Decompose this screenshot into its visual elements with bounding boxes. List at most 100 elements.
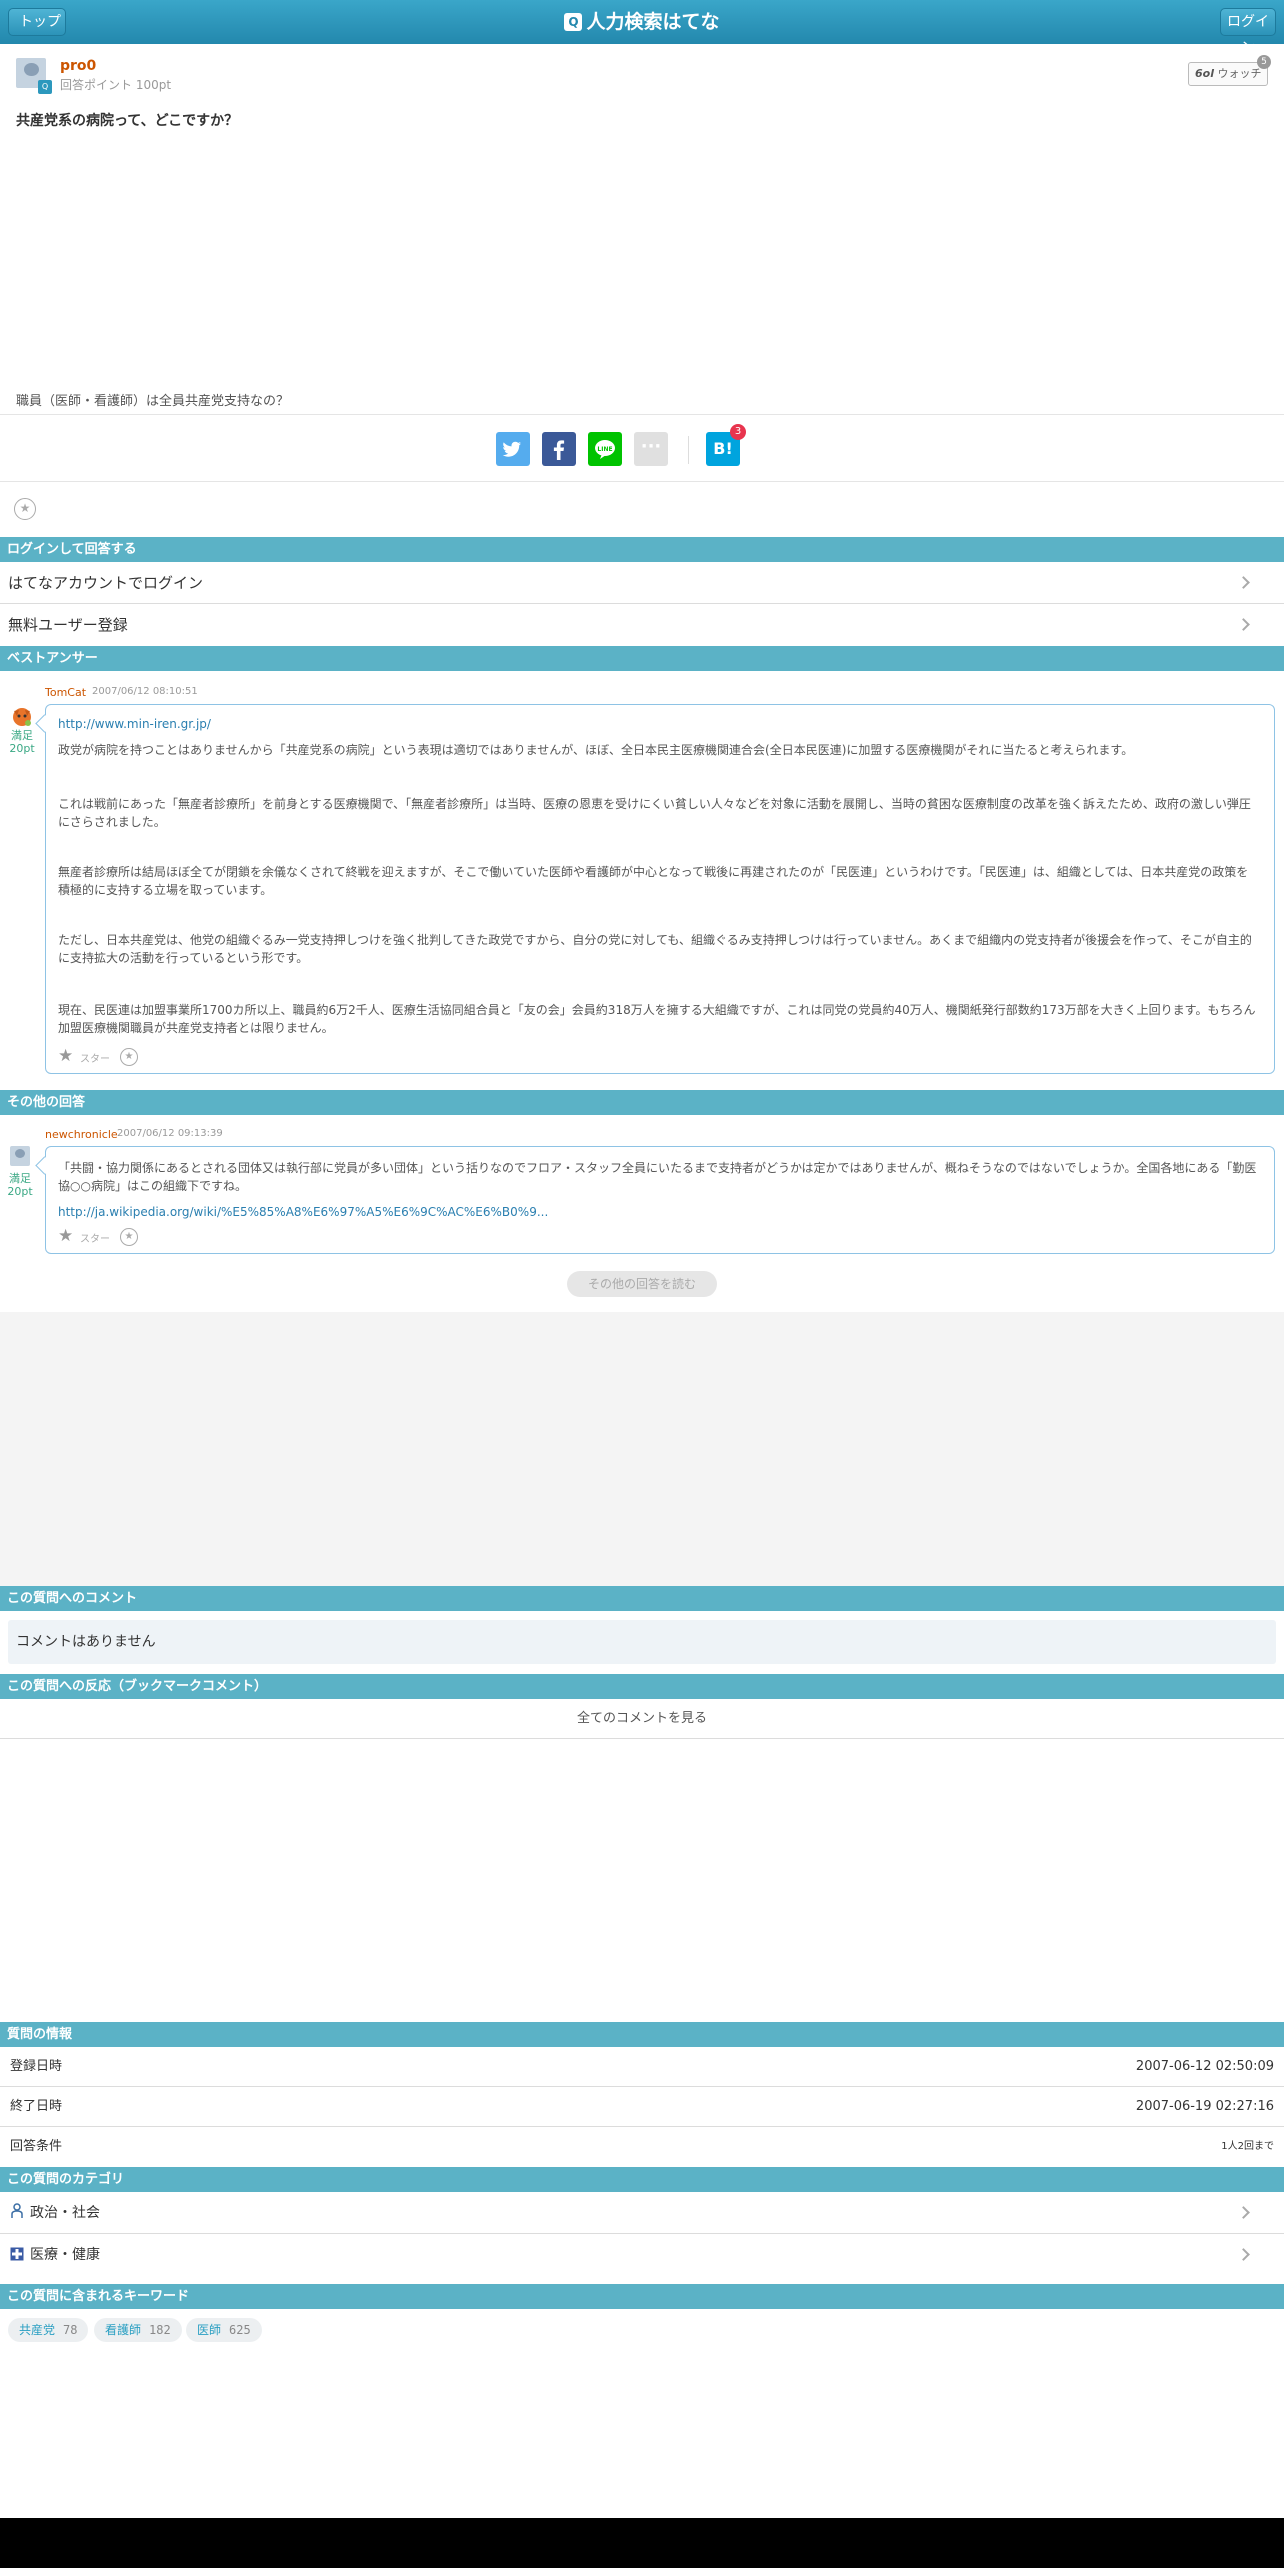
- line-share-button[interactable]: LINE: [588, 432, 622, 466]
- best-answer-box: http://www.min-iren.gr.jp/ 政党が病院を持つことはあり…: [45, 704, 1275, 1074]
- satisfaction-label: 満足: [9, 1172, 31, 1185]
- section-heading-keywords: この質問に含まれるキーワード: [0, 2284, 1284, 2309]
- best-answer-link[interactable]: http://www.min-iren.gr.jp/: [58, 715, 211, 733]
- questioner-name[interactable]: pro0: [60, 58, 96, 74]
- more-share-button[interactable]: ···: [634, 432, 668, 466]
- star-icon[interactable]: ★: [58, 1227, 73, 1245]
- divider: [0, 414, 1284, 415]
- keyword-count: 182: [149, 2323, 171, 2337]
- medical-cross-icon: [10, 2247, 24, 2261]
- other-satisfaction: 満足 20pt: [7, 1172, 33, 1198]
- twitter-bird-icon: [502, 441, 521, 457]
- question-points: 回答ポイント 100pt: [60, 78, 172, 92]
- answerer-avatar[interactable]: [10, 1146, 30, 1166]
- keyword-count: 625: [229, 2323, 251, 2337]
- cat-avatar-icon: [13, 708, 31, 726]
- register-label: 無料ユーザー登録: [8, 616, 128, 634]
- divider: [0, 481, 1284, 482]
- no-comments-message: コメントはありません: [8, 1620, 1276, 1664]
- keyword-count: 78: [63, 2323, 78, 2337]
- add-star-icon[interactable]: ★: [120, 1228, 138, 1246]
- chevron-right-icon: [1237, 576, 1250, 589]
- star-label: スター: [80, 1054, 110, 1065]
- keyword-word: 看護師: [105, 2323, 142, 2337]
- satisfaction-points: 20pt: [9, 742, 35, 755]
- star-icon[interactable]: ★: [58, 1047, 73, 1065]
- answer-paragraph: 無産者診療所は結局ほぼ全てが閉鎖を余儀なくされて終戦を迎えますが、そこで働いてい…: [58, 865, 1249, 897]
- twitter-share-button[interactable]: [496, 432, 530, 466]
- info-row-conditions: 回答条件 1人2回まで: [0, 2127, 1284, 2167]
- other-answer-user[interactable]: newchronicle: [45, 1128, 118, 1141]
- keyword-tag[interactable]: 看護師 182: [94, 2318, 182, 2342]
- watch-button[interactable]: 6ol ウォッチ: [1188, 62, 1268, 86]
- section-heading-best-answer: ベストアンサー: [0, 646, 1284, 671]
- other-answer-link[interactable]: http://ja.wikipedia.org/wiki/%E5%85%A8%E…: [58, 1203, 548, 1221]
- svg-text:LINE: LINE: [597, 446, 612, 453]
- question-title: 共産党系の病院って、どこですか？: [16, 113, 239, 129]
- all-comments-link[interactable]: 全てのコメントを見る: [0, 1699, 1284, 1739]
- watch-count-badge: 5: [1257, 55, 1271, 69]
- info-value: 2007-06-19 02:27:16: [1135, 2099, 1274, 2114]
- watch-label: ウォッチ: [1217, 67, 1262, 80]
- answer-paragraph: 現在、民医連は加盟事業所1700カ所以上、職員約6万2千人、医療生活協同組合員と…: [58, 1003, 1256, 1035]
- info-row-closed: 終了日時 2007-06-19 02:27:16: [0, 2087, 1284, 2127]
- line-icon: LINE: [595, 440, 615, 459]
- answerer-avatar[interactable]: [10, 705, 34, 727]
- info-label: 終了日時: [10, 2099, 63, 2114]
- satisfaction-label: 満足: [11, 729, 33, 742]
- info-row-registered: 登録日時 2007-06-12 02:50:09: [0, 2047, 1284, 2087]
- info-value: 1人2回まで: [1221, 2141, 1274, 2152]
- star-label: スター: [80, 1234, 110, 1245]
- hatena-login-link[interactable]: はてなアカウントでログイン: [0, 562, 1284, 604]
- info-label: 登録日時: [10, 2059, 63, 2074]
- answer-paragraph: これは戦前にあった「無産者診療所」を前身とする医療機関で、「無産者診療所」は当時…: [58, 797, 1251, 829]
- add-star-icon[interactable]: ★: [14, 498, 36, 520]
- chevron-right-icon: [1237, 2248, 1250, 2261]
- category-medical[interactable]: 医療・健康: [0, 2234, 1284, 2276]
- category-label: 医療・健康: [30, 2247, 100, 2263]
- section-heading-info: 質問の情報: [0, 2022, 1284, 2047]
- satisfaction-points: 20pt: [7, 1185, 33, 1198]
- keyword-tag[interactable]: 医師 625: [186, 2318, 262, 2342]
- section-heading-other-answers: その他の回答: [0, 1090, 1284, 1115]
- register-link[interactable]: 無料ユーザー登録: [0, 604, 1284, 646]
- info-label: 回答条件: [10, 2139, 63, 2154]
- answer-paragraph: 政党が病院を持つことはありませんから「共産党系の病院」という表現は適切ではありま…: [58, 743, 1134, 757]
- hatena-bookmark-icon: B!: [713, 439, 733, 458]
- read-more-answers-button[interactable]: その他の回答を読む: [567, 1271, 717, 1297]
- site-title-text: 人力検索はてな: [586, 11, 720, 33]
- section-heading-reactions: この質問への反応（ブックマークコメント）: [0, 1674, 1284, 1699]
- section-heading-login: ログインして回答する: [0, 537, 1284, 562]
- category-politics[interactable]: 政治・社会: [0, 2192, 1284, 2234]
- keyword-tag[interactable]: 共産党 78: [8, 2318, 89, 2342]
- section-heading-comments: この質問へのコメント: [0, 1586, 1284, 1611]
- hatena-login-label: はてなアカウントでログイン: [8, 574, 204, 592]
- answer-paragraph: ただし、日本共産党は、他党の組織ぐるみ一党支持押しつけを強く批判してきた政党です…: [58, 933, 1252, 965]
- more-dots-icon: ···: [640, 436, 662, 457]
- best-satisfaction: 満足 20pt: [9, 729, 35, 755]
- add-star-icon[interactable]: ★: [120, 1048, 138, 1066]
- facebook-share-button[interactable]: [542, 432, 576, 466]
- person-icon: [11, 2203, 23, 2218]
- answer-text: 「共闘・協力関係にあるとされる団体又は執行部に党員が多い団体」という括りなのでフ…: [58, 1161, 1257, 1193]
- best-answer-user[interactable]: TomCat: [45, 686, 86, 699]
- chevron-right-icon: [1237, 2206, 1250, 2219]
- empty-area: [0, 1312, 1284, 1586]
- eyes-icon: 6ol: [1195, 67, 1214, 80]
- facebook-f-icon: [553, 440, 565, 460]
- bookmark-count-badge: 3: [730, 424, 746, 440]
- section-heading-categories: この質問のカテゴリ: [0, 2167, 1284, 2192]
- other-answer-box: 「共闘・協力関係にあるとされる団体又は執行部に党員が多い団体」という括りなのでフ…: [45, 1146, 1275, 1254]
- site-title[interactable]: Q 人力検索はてな: [0, 0, 1284, 44]
- keyword-word: 共産党: [19, 2323, 56, 2337]
- question-body: 職員（医師・看護師）は全員共産党支持なの？: [16, 394, 290, 409]
- hatena-q-logo-icon: Q: [564, 13, 583, 31]
- category-label: 政治・社会: [30, 2205, 100, 2221]
- login-button[interactable]: ログイン: [1220, 8, 1276, 56]
- keyword-word: 医師: [197, 2323, 222, 2337]
- app-header: トップ Q 人力検索はてな ログイン: [0, 0, 1284, 56]
- other-answer-date: 2007/06/12 09:13:39: [117, 1128, 223, 1139]
- chevron-right-icon: [1237, 618, 1250, 631]
- question-badge-icon: Q: [38, 80, 52, 94]
- info-value: 2007-06-12 02:50:09: [1135, 2059, 1274, 2074]
